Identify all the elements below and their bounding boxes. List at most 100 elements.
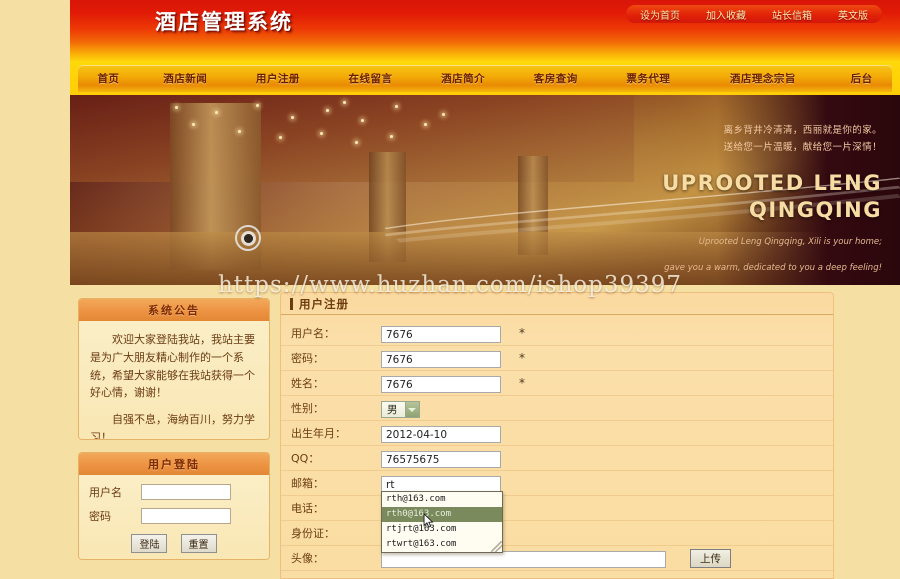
banner-sub-line-1: Uprooted Leng Qingqing, Xili is your hom… (698, 236, 882, 247)
field-birthdate (381, 423, 501, 444)
input-username[interactable] (381, 326, 501, 344)
main-nav: 首页 酒店新闻 用户注册 在线留言 酒店简介 客房查询 票务代理 酒店理念宗旨 … (78, 65, 892, 92)
resize-grip-icon[interactable] (491, 540, 502, 552)
nav-item-hotel-intro[interactable]: 酒店简介 (417, 71, 510, 86)
top-link-webmaster-mail[interactable]: 站长信箱 (772, 7, 812, 22)
login-buttons: 登陆 重置 (89, 532, 259, 553)
field-email: rth@163.com rth0@163.com rtjrt@163.com r… (381, 473, 503, 553)
label-phone: 电话： (291, 502, 324, 515)
autocomplete-item[interactable]: rth@163.com (382, 492, 502, 507)
input-avatar[interactable] (381, 551, 666, 569)
announcement-paragraph-1: 欢迎大家登陆我站，我站主要是为广大朋友精心制作的一个系统，希望大家能够在我站获得… (90, 333, 255, 400)
register-form-panel: 用户注册 用户名： * 密码： * (280, 292, 834, 579)
login-password-input[interactable] (141, 508, 231, 524)
nav-item-online-message[interactable]: 在线留言 (324, 71, 417, 86)
login-password-label: 密码 (89, 510, 111, 523)
banner-en-line-2: QINGQING (749, 197, 882, 222)
field-row-realname: 姓名： * (281, 371, 833, 396)
required-star-realname: * (519, 376, 525, 390)
field-row-birthdate: 出生年月： (281, 421, 833, 446)
input-qq[interactable] (381, 451, 501, 469)
label-username: 用户名： (291, 327, 335, 340)
nav-item-admin[interactable]: 后台 (831, 71, 892, 86)
required-star-username: * (519, 326, 525, 340)
field-row-qq: QQ： (281, 446, 833, 471)
input-birthdate[interactable] (381, 426, 501, 444)
page-root: 酒店管理系统 设为首页 加入收藏 站长信箱 英文版 首页 酒店新闻 用户注册 在… (0, 0, 900, 579)
top-link-set-homepage[interactable]: 设为首页 (640, 7, 680, 22)
field-username (381, 323, 501, 344)
login-password-row: 密码 (89, 508, 259, 524)
nav-item-home[interactable]: 首页 (78, 71, 139, 86)
announcement-title: 系统公告 (79, 299, 269, 321)
register-form-body: 用户名： * 密码： * 姓名： (281, 315, 833, 571)
register-form-title: 用户注册 (281, 293, 833, 315)
site-header: 酒店管理系统 设为首页 加入收藏 站长信箱 英文版 (70, 0, 900, 62)
select-gender-value: 男 (387, 404, 398, 416)
field-gender: 男 (381, 398, 420, 418)
top-link-english[interactable]: 英文版 (838, 7, 868, 22)
label-realname: 姓名： (291, 377, 324, 390)
label-password: 密码： (291, 352, 324, 365)
input-password[interactable] (381, 351, 501, 369)
top-links: 设为首页 加入收藏 站长信箱 英文版 (626, 5, 882, 23)
banner-text-block: 离乡背井冷清清，西丽就是你的家。 送给您一片温暖，献给您一片深情！ UPROOT… (632, 123, 882, 276)
label-qq: QQ： (291, 452, 320, 465)
banner-en-line-1: UPROOTED LENG (662, 171, 882, 196)
announcement-panel: 系统公告 欢迎大家登陆我站，我站主要是为广大朋友精心制作的一个系统，希望大家能够… (78, 298, 270, 440)
content-area: 系统公告 欢迎大家登陆我站，我站主要是为广大朋友精心制作的一个系统，希望大家能够… (70, 288, 900, 579)
nav-item-hotel-philosophy[interactable]: 酒店理念宗旨 (695, 71, 832, 86)
top-link-add-favorite[interactable]: 加入收藏 (706, 7, 746, 22)
announcement-paragraph-2: 自强不息，海纳百川，努力学习！ (90, 413, 255, 440)
label-idcard: 身份证： (291, 527, 335, 540)
chevron-down-icon[interactable] (404, 402, 419, 417)
main-nav-wrapper: 首页 酒店新闻 用户注册 在线留言 酒店简介 客房查询 票务代理 酒店理念宗旨 … (70, 62, 900, 95)
login-username-input[interactable] (141, 484, 231, 500)
title-bar-marker (290, 297, 293, 310)
banner-sub-line-2: gave you a warm, dedicated to you a deep… (664, 263, 882, 274)
label-gender: 性别： (291, 402, 324, 415)
site-logo: 酒店管理系统 (155, 9, 293, 34)
login-panel: 用户登陆 用户名 密码 登陆 重置 (78, 452, 270, 560)
nav-item-user-register[interactable]: 用户注册 (232, 71, 325, 86)
field-row-password: 密码： * (281, 346, 833, 371)
login-username-label: 用户名 (89, 486, 122, 499)
login-submit-button[interactable]: 登陆 (131, 534, 168, 553)
email-autocomplete: rth@163.com rth0@163.com rtjrt@163.com r… (381, 490, 503, 553)
required-star-password: * (519, 351, 525, 365)
field-row-username: 用户名： * (281, 321, 833, 346)
login-username-row: 用户名 (89, 484, 259, 500)
select-gender[interactable]: 男 (381, 401, 420, 418)
announcement-body: 欢迎大家登陆我站，我站主要是为广大朋友精心制作的一个系统，希望大家能够在我站获得… (79, 321, 269, 439)
field-qq (381, 448, 501, 469)
login-reset-button[interactable]: 重置 (180, 534, 217, 553)
autocomplete-item[interactable]: rtjrt@163.com (382, 522, 502, 537)
field-password (381, 348, 501, 369)
hero-banner: 离乡背井冷清清，西丽就是你的家。 送给您一片温暖，献给您一片深情！ UPROOT… (70, 95, 900, 285)
nav-item-ticket-agent[interactable]: 票务代理 (602, 71, 695, 86)
field-row-phone: 电话： (281, 496, 833, 521)
left-sidebar: 系统公告 欢迎大家登陆我站，我站主要是为广大朋友精心制作的一个系统，希望大家能够… (78, 298, 270, 572)
nav-item-room-search[interactable]: 客房查询 (509, 71, 602, 86)
field-row-gender: 性别： 男 (281, 396, 833, 421)
field-row-avatar: 头像： 上传 (281, 546, 833, 571)
label-avatar: 头像： (291, 552, 324, 565)
login-body: 用户名 密码 登陆 重置 (79, 475, 269, 559)
target-marker-icon (235, 225, 261, 251)
login-title: 用户登陆 (79, 453, 269, 475)
banner-cn-line-1: 离乡背井冷清清，西丽就是你的家。 (723, 125, 882, 136)
autocomplete-list: rth@163.com rth0@163.com rtjrt@163.com r… (381, 490, 503, 553)
register-form-title-text: 用户注册 (299, 296, 349, 311)
label-email: 邮箱： (291, 477, 324, 490)
input-realname[interactable] (381, 376, 501, 394)
upload-button[interactable]: 上传 (690, 548, 731, 568)
field-realname (381, 373, 501, 394)
autocomplete-item[interactable]: rtwrt@163.com (382, 537, 502, 552)
label-birthdate: 出生年月： (291, 427, 346, 440)
field-row-email: 邮箱： rth@163.com rth0@163.com rtjrt@163.c… (281, 471, 833, 553)
field-row-idcard: 身份证： (281, 521, 833, 546)
autocomplete-item-selected[interactable]: rth0@163.com (382, 506, 502, 522)
banner-ceiling-lights (70, 95, 651, 175)
nav-item-hotel-news[interactable]: 酒店新闻 (139, 71, 232, 86)
banner-cn-line-2: 送给您一片温暖，献给您一片深情！ (723, 141, 882, 153)
